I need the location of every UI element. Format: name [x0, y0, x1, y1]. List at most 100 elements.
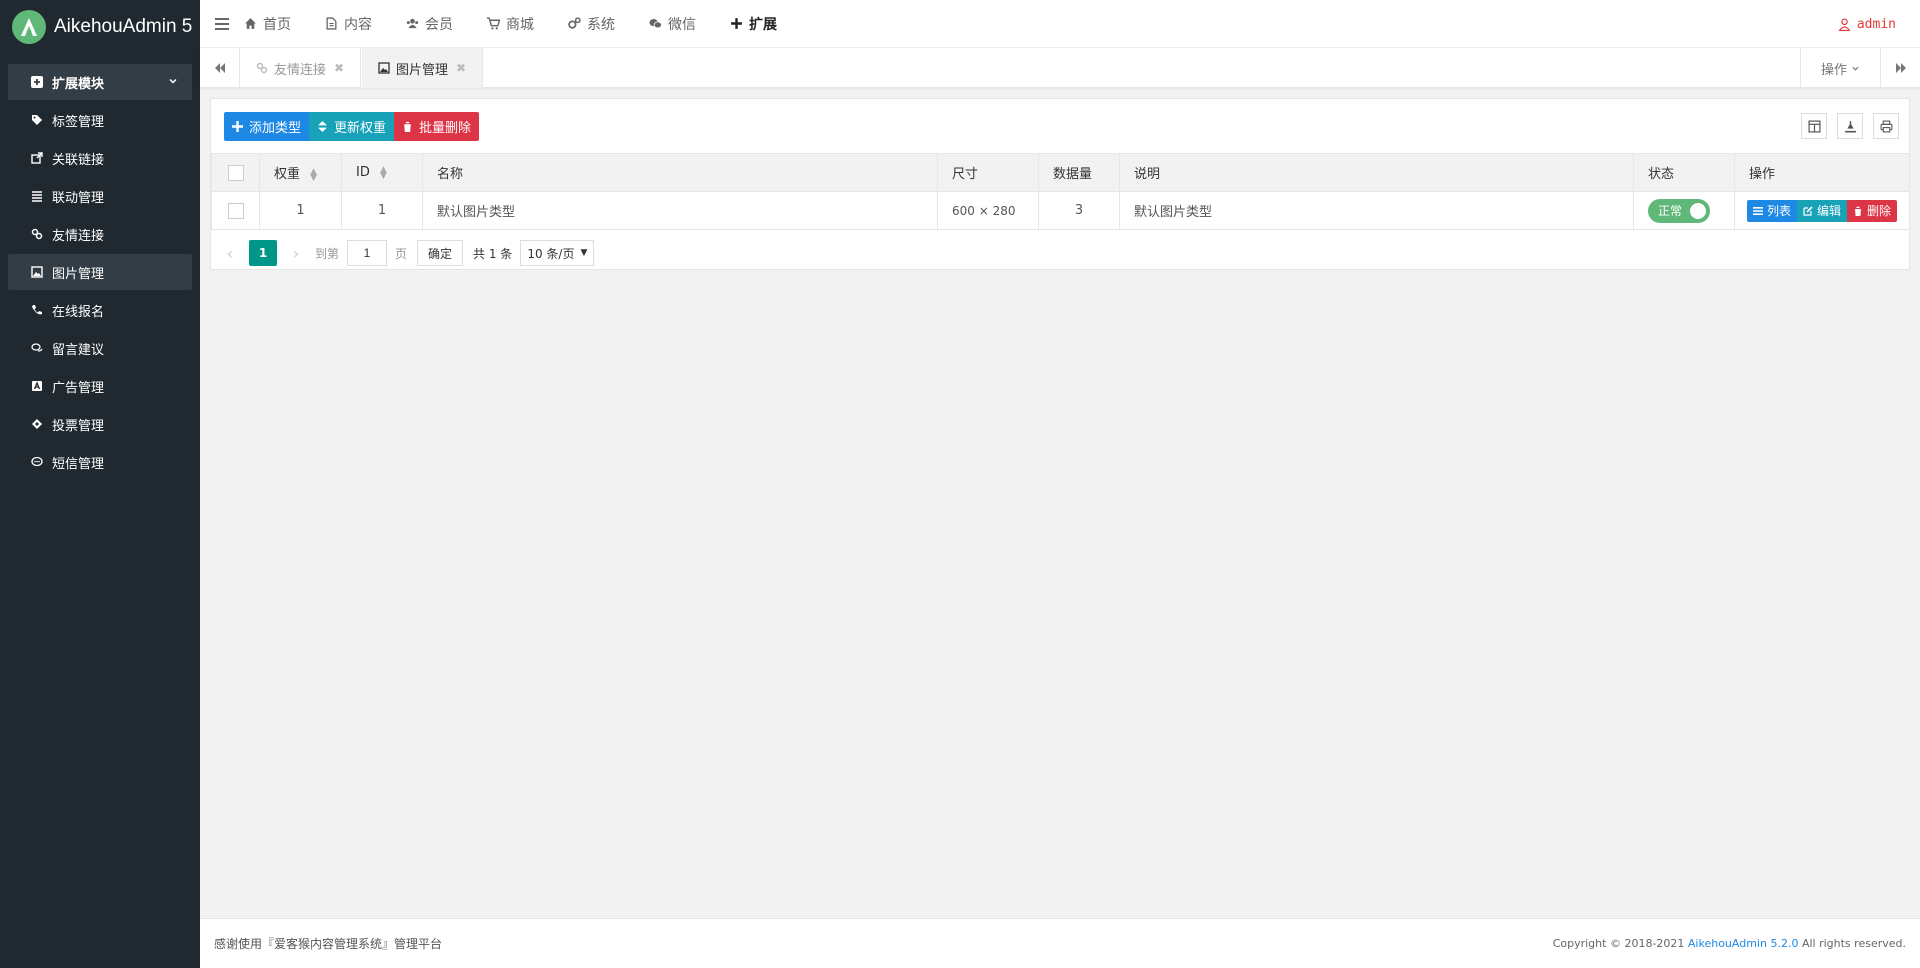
topnav-content[interactable]: 内容: [325, 14, 372, 34]
trash-icon: [1854, 206, 1863, 216]
cell-size: 600 × 280: [937, 191, 1039, 230]
topnav-home[interactable]: 首页: [244, 14, 291, 34]
tab-scroll-right-icon[interactable]: [1880, 48, 1920, 88]
table-header-row: 权重 ▲ ▼ ID ▲ ▼ 名称 尺寸 数据量 说明 状态 操作: [211, 153, 1910, 192]
update-weight-button[interactable]: 更新权重: [309, 112, 395, 141]
sidebar-item-images[interactable]: 图片管理: [8, 254, 192, 290]
add-type-button[interactable]: 添加类型: [224, 112, 310, 141]
top-header: 首页 内容 会员 商城 系统 微信 扩展 admin: [200, 0, 1920, 48]
sidebar-item-sms[interactable]: 短信管理: [8, 444, 192, 480]
users-icon: [406, 18, 419, 29]
topnav-label: 内容: [344, 16, 372, 33]
user-menu[interactable]: admin: [1838, 0, 1896, 48]
sidebar-item-tags[interactable]: 标签管理: [8, 102, 192, 138]
tab-operations-dropdown[interactable]: 操作: [1800, 48, 1880, 88]
sidebar-item-related-links[interactable]: 关联链接: [8, 140, 192, 176]
topnav-wechat[interactable]: 微信: [649, 14, 696, 34]
page-number-input[interactable]: [347, 240, 388, 266]
caret-down-icon: ▼: [580, 248, 588, 258]
goto-label: 到第: [315, 246, 340, 261]
footer-thanks: 感谢使用『爱客猴内容管理系统』管理平台: [214, 937, 443, 951]
cell-count: 3: [1038, 191, 1120, 230]
pagination: ‹ 1 › 到第 页 确定 共 1 条 10 条/页 ▼: [219, 239, 595, 267]
header-count: 数据量: [1038, 153, 1120, 192]
topnav-extensions[interactable]: 扩展: [730, 14, 777, 34]
delete-button[interactable]: 删除: [1847, 199, 1898, 222]
header-operations: 操作: [1734, 153, 1910, 192]
copyright-text: Copyright © 2018-2021: [1552, 937, 1685, 950]
sidebar-item-signup[interactable]: 在线报名: [8, 292, 192, 328]
image-icon: [30, 265, 44, 279]
header-size: 尺寸: [937, 153, 1039, 192]
topnav-shop[interactable]: 商城: [487, 14, 534, 34]
ad-icon: [30, 379, 44, 393]
next-page-icon[interactable]: ›: [285, 244, 307, 263]
rights-text: All rights reserved.: [1801, 937, 1906, 950]
current-page[interactable]: 1: [249, 240, 277, 266]
status-toggle[interactable]: 正常: [1648, 198, 1710, 223]
cell-description: 默认图片类型: [1119, 191, 1634, 230]
chevron-down-icon: [168, 75, 178, 90]
sort-icon[interactable]: ▲ ▼: [310, 167, 317, 182]
list-icon: [1753, 206, 1763, 215]
tab-friend-links[interactable]: 友情连接 ✖: [240, 48, 362, 88]
header-weight[interactable]: 权重 ▲ ▼: [259, 153, 342, 192]
list-button[interactable]: 列表: [1747, 199, 1798, 222]
tab-label: 友情连接: [274, 62, 327, 78]
header-description: 说明: [1119, 153, 1634, 192]
tag-icon: [30, 113, 44, 127]
columns-filter-icon[interactable]: [1801, 113, 1827, 139]
cell-weight: 1: [259, 191, 342, 230]
batch-delete-button[interactable]: 批量删除: [394, 112, 480, 141]
goto-confirm-button[interactable]: 确定: [417, 240, 464, 266]
sidebar-item-friend-links[interactable]: 友情连接: [8, 216, 192, 252]
close-icon[interactable]: ✖: [334, 61, 344, 75]
sidebar-item-label: 友情连接: [52, 228, 105, 244]
wechat-icon: [649, 19, 662, 29]
topnav-system[interactable]: 系统: [568, 14, 615, 34]
sort-icon[interactable]: ▲ ▼: [380, 165, 387, 180]
print-icon[interactable]: [1873, 113, 1899, 139]
table-toolbar: 添加类型 更新权重 批量删除: [224, 112, 480, 141]
tab-images[interactable]: 图片管理 ✖: [362, 48, 484, 88]
export-icon[interactable]: [1837, 113, 1863, 139]
comments-icon: [30, 341, 44, 355]
topnav-label: 扩展: [749, 16, 777, 33]
topnav-label: 会员: [425, 16, 453, 33]
prev-page-icon[interactable]: ‹: [219, 244, 241, 263]
batch-delete-label: 批量删除: [419, 121, 472, 136]
sidebar-item-votes[interactable]: 投票管理: [8, 406, 192, 442]
sms-icon: [30, 455, 44, 469]
sidebar-item-feedback[interactable]: 留言建议: [8, 330, 192, 366]
username: admin: [1856, 16, 1896, 32]
data-table-card: 添加类型 更新权重 批量删除 权重 ▲ ▼ ID ▲ ▼ 名称 尺寸 数据量 说…: [210, 98, 1910, 270]
sidebar-group-label: 扩展模块: [52, 76, 105, 92]
sidebar-item-ads[interactable]: 广告管理: [8, 368, 192, 404]
header-id[interactable]: ID ▲ ▼: [341, 153, 423, 192]
menu-toggle-icon[interactable]: [200, 17, 244, 30]
sidebar-group-extensions[interactable]: 扩展模块: [8, 64, 192, 100]
row-checkbox[interactable]: [227, 202, 244, 219]
ticket-icon: [30, 417, 44, 431]
close-icon[interactable]: ✖: [456, 61, 466, 75]
edit-button-label: 编辑: [1817, 204, 1842, 218]
topnav-label: 首页: [263, 16, 291, 33]
tab-scroll-left-icon[interactable]: [200, 48, 240, 88]
sidebar-item-label: 在线报名: [52, 304, 105, 320]
external-link-icon: [30, 151, 44, 165]
sidebar-item-label: 短信管理: [52, 456, 105, 472]
page-unit-label: 页: [395, 246, 408, 261]
cell-operations: 列表 编辑 删除: [1734, 191, 1910, 230]
logo[interactable]: AikehouAdmin 5: [0, 0, 200, 54]
sidebar-item-linkage[interactable]: 联动管理: [8, 178, 192, 214]
footer: 感谢使用『爱客猴内容管理系统』管理平台 Copyright © 2018-202…: [200, 918, 1920, 968]
home-icon: [245, 18, 256, 29]
select-all-checkbox[interactable]: [227, 164, 244, 181]
tab-bar: 友情连接 ✖ 图片管理 ✖ 操作: [200, 48, 1920, 88]
edit-button[interactable]: 编辑: [1797, 199, 1848, 222]
row-select-cell: [211, 191, 260, 230]
brand-link[interactable]: AikehouAdmin 5.2.0: [1688, 937, 1799, 950]
topnav-members[interactable]: 会员: [406, 14, 453, 34]
per-page-select[interactable]: 10 条/页 ▼: [520, 240, 595, 266]
sidebar-item-label: 图片管理: [52, 266, 105, 282]
